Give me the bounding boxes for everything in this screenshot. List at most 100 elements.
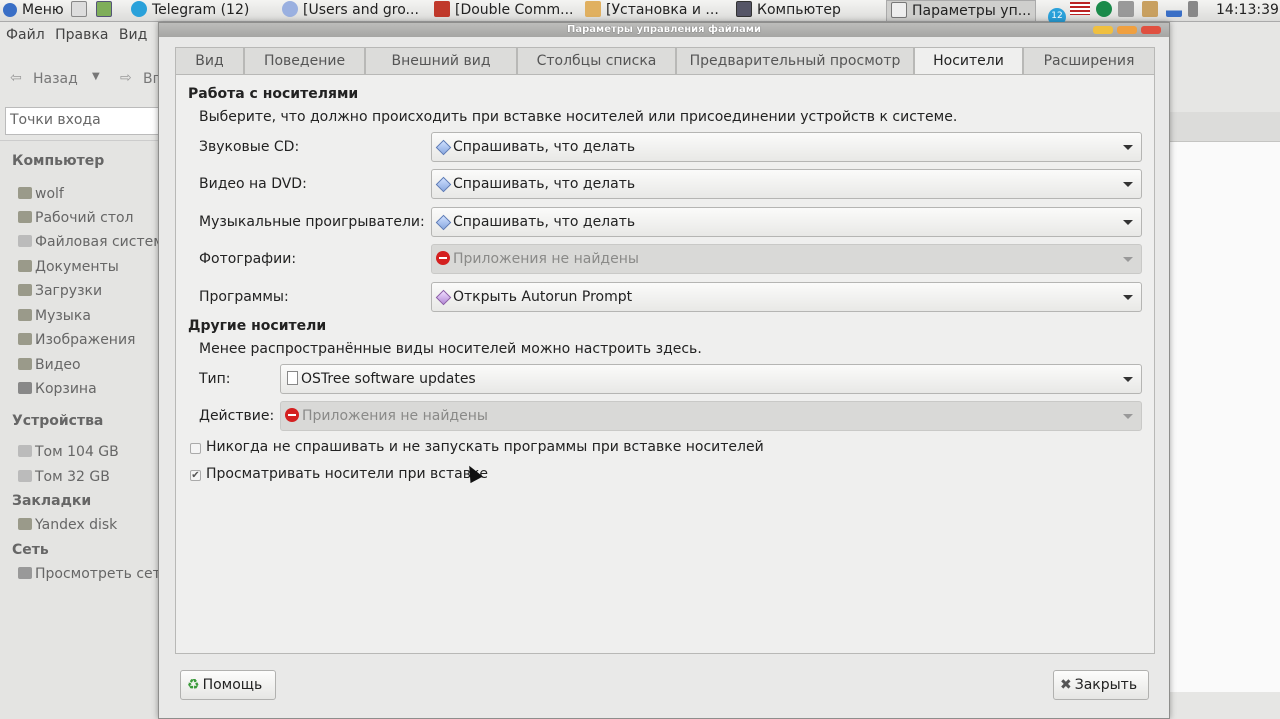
- sidebar-item-desktop[interactable]: Рабочий стол: [18, 210, 134, 226]
- dropdown-arrow-icon: [1123, 414, 1133, 419]
- package-icon: [585, 1, 601, 17]
- dvd-video-combo[interactable]: Спрашивать, что делать: [431, 169, 1142, 199]
- tab-view[interactable]: Вид: [175, 47, 244, 75]
- quicklaunch-files[interactable]: [96, 0, 116, 22]
- task-double-commander[interactable]: [Double Comm...: [434, 0, 576, 22]
- sidebar-item-label: Загрузки: [35, 283, 103, 299]
- menu-edit[interactable]: Правка: [55, 27, 108, 43]
- tab-extensions[interactable]: Расширения: [1023, 47, 1155, 75]
- sidebar-item-filesystem[interactable]: Файловая система: [18, 234, 172, 250]
- help-icon: ♻: [187, 677, 200, 693]
- maximize-button[interactable]: [1117, 26, 1137, 34]
- never-prompt-checkbox[interactable]: [190, 443, 201, 454]
- dialog-titlebar[interactable]: Параметры управления файлами: [159, 23, 1169, 37]
- media-section-heading: Работа с носителями: [188, 86, 359, 102]
- browse-media-checkbox[interactable]: ✔: [190, 470, 201, 481]
- type-combo[interactable]: OSTree software updates: [280, 364, 1142, 394]
- sidebar-item-label: Документы: [35, 259, 119, 275]
- tray-network[interactable]: [1166, 0, 1184, 22]
- back-button[interactable]: Назад: [33, 71, 78, 87]
- audio-cd-label: Звуковые CD:: [199, 139, 300, 155]
- menu-file[interactable]: Файл: [6, 27, 45, 43]
- tray-battery[interactable]: [1188, 0, 1206, 22]
- sidebar-item-label: Том 32 GB: [35, 469, 110, 485]
- sidebar-item-wolf[interactable]: wolf: [18, 186, 64, 202]
- volume-icon: [1118, 1, 1134, 17]
- sidebar-item-label: Просмотреть сеть: [35, 566, 170, 582]
- type-label: Тип:: [199, 371, 231, 387]
- task-label: Параметры уп...: [912, 3, 1032, 19]
- help-button-label: Помощь: [202, 677, 263, 693]
- sidebar-item-label: Рабочий стол: [35, 210, 134, 226]
- music-player-combo[interactable]: Спрашивать, что делать: [431, 207, 1142, 237]
- clock[interactable]: 14:13:39: [1216, 0, 1280, 22]
- battery-icon: [1188, 1, 1198, 17]
- task-file-settings[interactable]: Параметры уп...: [886, 0, 1036, 22]
- never-prompt-label[interactable]: Никогда не спрашивать и не запускать про…: [206, 439, 764, 455]
- task-users-groups[interactable]: [Users and gro...: [282, 0, 424, 22]
- document-icon: [287, 371, 298, 385]
- sidebar-item-label: Видео: [35, 357, 81, 373]
- folder-icon: [18, 333, 32, 345]
- sidebar-item-trash[interactable]: Корзина: [18, 381, 97, 397]
- task-label: Telegram (12): [152, 2, 250, 18]
- browse-media-label[interactable]: Просматривать носители при вставке: [206, 466, 488, 482]
- sidebar-item-label: Файловая система: [35, 234, 173, 250]
- tab-preview[interactable]: Предварительный просмотр: [676, 47, 914, 75]
- software-combo[interactable]: Открыть Autorun Prompt: [431, 282, 1142, 312]
- sidebar-item-volume-32[interactable]: Том 32 GB: [18, 469, 110, 485]
- file-manager-view: [1170, 142, 1280, 692]
- start-menu-label: Меню: [22, 2, 64, 18]
- action-label: Действие:: [199, 408, 275, 424]
- sidebar-item-label: Музыка: [35, 308, 91, 324]
- audio-cd-combo[interactable]: Спрашивать, что делать: [431, 132, 1142, 162]
- tab-list-columns[interactable]: Столбцы списка: [517, 47, 676, 75]
- network-icon: [18, 567, 32, 579]
- dropdown-arrow-icon: [1123, 220, 1133, 225]
- sidebar-item-videos[interactable]: Видео: [18, 357, 81, 373]
- quicklaunch-editor[interactable]: [71, 0, 91, 22]
- tab-media[interactable]: Носители: [914, 47, 1023, 76]
- close-window-button[interactable]: [1141, 26, 1161, 34]
- dialog-title: Параметры управления файлами: [567, 24, 761, 35]
- sidebar-item-browse-network[interactable]: Просмотреть сеть: [18, 566, 169, 582]
- menu-logo-icon: [3, 3, 17, 17]
- sidebar-item-documents[interactable]: Документы: [18, 259, 119, 275]
- task-computer[interactable]: Компьютер: [736, 0, 876, 22]
- tray-keyboard-layout[interactable]: [1070, 0, 1092, 22]
- tray-clipboard[interactable]: [1142, 0, 1160, 22]
- help-button[interactable]: ♻ Помощь: [180, 670, 276, 700]
- task-telegram[interactable]: Telegram (12): [131, 0, 271, 22]
- sidebar-item-pictures[interactable]: Изображения: [18, 332, 135, 348]
- tray-bluetooth[interactable]: [1096, 0, 1114, 22]
- ask-icon: [435, 214, 452, 231]
- tab-appearance[interactable]: Внешний вид: [365, 47, 517, 75]
- task-install[interactable]: [Установка и ...: [585, 0, 725, 22]
- tray-telegram[interactable]: 12: [1048, 0, 1068, 22]
- sidebar-header-bookmarks: Закладки: [12, 493, 92, 509]
- back-arrow-icon: ⇦: [10, 70, 22, 86]
- tab-behavior[interactable]: Поведение: [244, 47, 365, 75]
- dropdown-arrow-icon: [1123, 295, 1133, 300]
- signal-icon: [1166, 1, 1182, 17]
- sidebar-item-label: wolf: [35, 186, 64, 202]
- task-label: [Users and gro...: [303, 2, 419, 18]
- minimize-button[interactable]: [1093, 26, 1113, 34]
- sidebar-item-volume-104[interactable]: Том 104 GB: [18, 444, 119, 460]
- close-button[interactable]: ✖ Закрыть: [1053, 670, 1149, 700]
- sidebar-item-music[interactable]: Музыка: [18, 308, 91, 324]
- folder-icon: [96, 1, 112, 17]
- chevron-down-icon[interactable]: ▼: [92, 71, 100, 82]
- action-value: Приложения не найдены: [302, 408, 488, 424]
- sidebar-item-downloads[interactable]: Загрузки: [18, 283, 102, 299]
- photos-value: Приложения не найдены: [453, 251, 639, 267]
- users-icon: [282, 1, 298, 17]
- places-combo[interactable]: Точки входа: [5, 107, 161, 135]
- menu-view[interactable]: Вид: [119, 27, 147, 43]
- file-manager-toolbar: ⇦ Назад ▼ ⇨ Вп: [0, 62, 162, 98]
- sidebar-item-yandex-disk[interactable]: Yandex disk: [18, 517, 117, 533]
- sidebar-item-label: Изображения: [35, 332, 136, 348]
- type-value: OSTree software updates: [301, 371, 476, 387]
- text-editor-icon: [71, 1, 87, 17]
- tray-volume[interactable]: [1118, 0, 1136, 22]
